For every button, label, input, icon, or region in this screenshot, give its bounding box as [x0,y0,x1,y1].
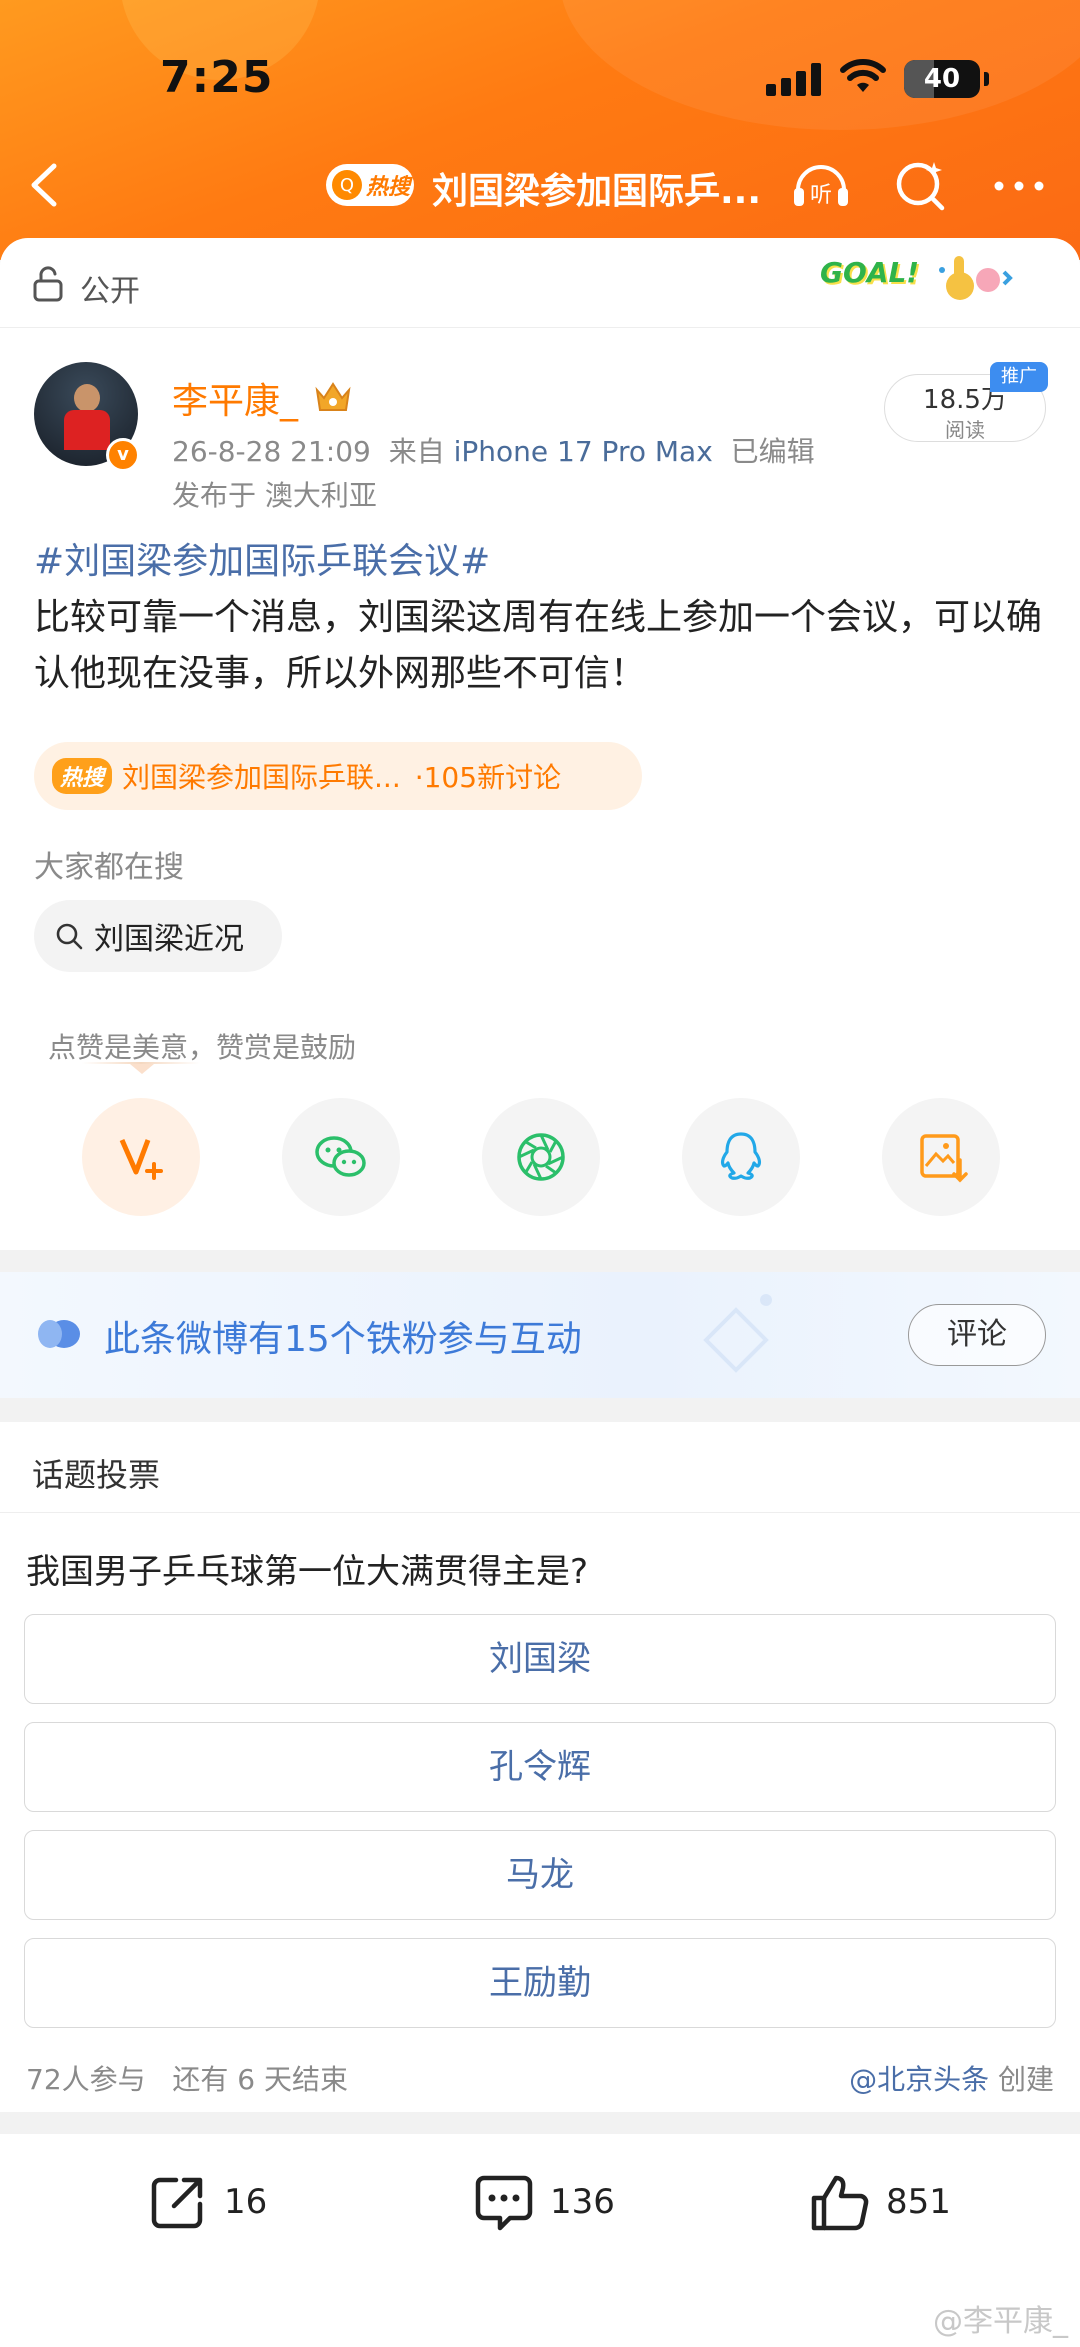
iron-fans-banner: 此条微博有15个铁粉参与互动 评论 [0,1272,1080,1398]
repost-button[interactable]: 16 [146,2162,267,2242]
reward-button[interactable] [82,1098,200,1216]
topic-hashtag[interactable]: #刘国梁参加国际乒联会议# [34,532,490,584]
vote-stats: 72人参与 还有 6 天结束 [26,2058,348,2098]
share-moments-button[interactable] [482,1098,600,1216]
back-icon[interactable] [22,158,70,212]
qq-icon [720,1132,762,1180]
repost-count: 16 [224,2182,268,2222]
device-name[interactable]: iPhone 17 Pro Max [454,435,713,468]
unlock-icon [33,266,63,302]
iron-fans-text: 此条微博有15个铁粉参与互动 [104,1319,582,1360]
signal-icon [766,62,822,96]
share-qq-button[interactable] [682,1098,800,1216]
read-label: 阅读 [945,418,985,442]
tip-pointer [130,1064,154,1074]
battery-icon: 40 [904,60,989,98]
status-bar: 7:25 40 [0,0,1080,160]
member-crown-icon[interactable] [312,376,354,416]
battery-level: 40 [923,64,961,94]
moments-icon [517,1133,565,1181]
vote-creator: @北京头条 创建 [849,2058,1054,2098]
post-location: 发布于 澳大利亚 [172,479,377,512]
hot-topic-text: 刘国梁参加国际乒联... [122,761,401,794]
hot-badge: 热搜 [52,758,113,794]
watermark: @李平康_ [933,2304,1068,2339]
comment-action-button[interactable]: 136 [472,2162,615,2242]
privacy-label: 公开 [80,274,140,309]
search-icon[interactable] [890,154,952,216]
listen-icon[interactable]: 听 [790,154,852,216]
vote-remaining: 还有 6 天结束 [172,2063,348,2096]
hot-topic-count: ·105新讨论 [414,761,562,794]
nav-bar: Q 热搜 刘国梁参加国际乒... 听 [0,150,1080,220]
comment-button[interactable]: 评论 [908,1304,1046,1366]
vote-option[interactable]: 刘国梁 [24,1614,1056,1704]
vote-header: 话题投票 [32,1456,161,1494]
reward-v-plus-icon [119,1138,163,1180]
like-button[interactable]: 851 [808,2162,951,2242]
goal-sticker-figure [939,256,1013,300]
header-background: 7:25 40 Q 热搜 刘国梁参加国际乒... 听 [0,0,1080,260]
svg-text:听: 听 [810,183,832,208]
verified-badge: v [106,438,140,472]
post-meta: 26-8-28 21:09 来自 iPhone 17 Pro Max 已编辑 [172,430,815,470]
share-wechat-button[interactable] [282,1098,400,1216]
wifi-icon [840,59,886,92]
related-searches-label: 大家都在搜 [34,850,184,885]
reward-tip: 点赞是美意，赞赏是鼓励 [48,1031,357,1064]
status-time: 7:25 [160,52,274,103]
goal-sticker: GOAL! [820,256,920,289]
save-image-button[interactable] [882,1098,1000,1216]
banner-decoration [703,1294,772,1373]
vote-option[interactable]: 孔令辉 [24,1722,1056,1812]
creator-suffix: 创建 [997,2063,1054,2096]
topic-vote-card: 话题投票 我国男子乒乓球第一位大满贯得主是? 刘国梁 孔令辉 马龙 王励勤 72… [0,1422,1080,2112]
search-icon [56,923,83,950]
divider [0,1512,1080,1513]
source-prefix: 来自 [388,435,445,468]
search-suggestion-text: 刘国梁近况 [94,922,244,957]
post-body: 比较可靠一个消息，刘国梁这周有在线上参加一个会议，可以确认他现在没事，所以外网那… [34,597,1043,694]
thumbs-up-icon [811,2175,869,2231]
vote-option[interactable]: 王励勤 [24,1938,1056,2028]
search-icon: Q [332,170,362,200]
page-title[interactable]: 刘国梁参加国际乒... [432,162,761,214]
fans-icon [38,1320,80,1348]
author-name[interactable]: 李平康_ [172,372,298,424]
wechat-icon [315,1136,366,1177]
save-image-icon [920,1134,968,1183]
hot-badge-label: 热搜 [366,175,411,200]
more-icon[interactable] [988,154,1050,216]
vote-option[interactable]: 马龙 [24,1830,1056,1920]
post-card: 公开 GOAL! v 李平康_ 26-8-28 21:09 来自 iPhone … [0,238,1080,1250]
repost-icon [151,2177,203,2229]
creator-account-link[interactable]: @北京头条 [849,2063,989,2096]
vote-participants: 72人参与 [26,2063,146,2096]
search-suggestion-chip[interactable]: 刘国梁近况 [34,900,282,972]
hot-topic-pill[interactable]: 热搜 刘国梁参加国际乒联... ·105新讨论 [34,742,642,810]
hot-search-badge[interactable]: Q 热搜 [326,164,414,206]
privacy-row: 公开 GOAL! [0,238,1080,328]
edited-label[interactable]: 已编辑 [731,435,815,468]
vote-question: 我国男子乒乓球第一位大满贯得主是? [26,1552,589,1592]
comment-icon [475,2175,533,2231]
action-bar: 16 136 851 @李平康_ [0,2134,1080,2347]
comment-count: 136 [550,2182,615,2222]
post-date: 26-8-28 21:09 [172,435,371,468]
promote-badge[interactable]: 推广 [990,362,1048,392]
like-count: 851 [886,2182,951,2222]
